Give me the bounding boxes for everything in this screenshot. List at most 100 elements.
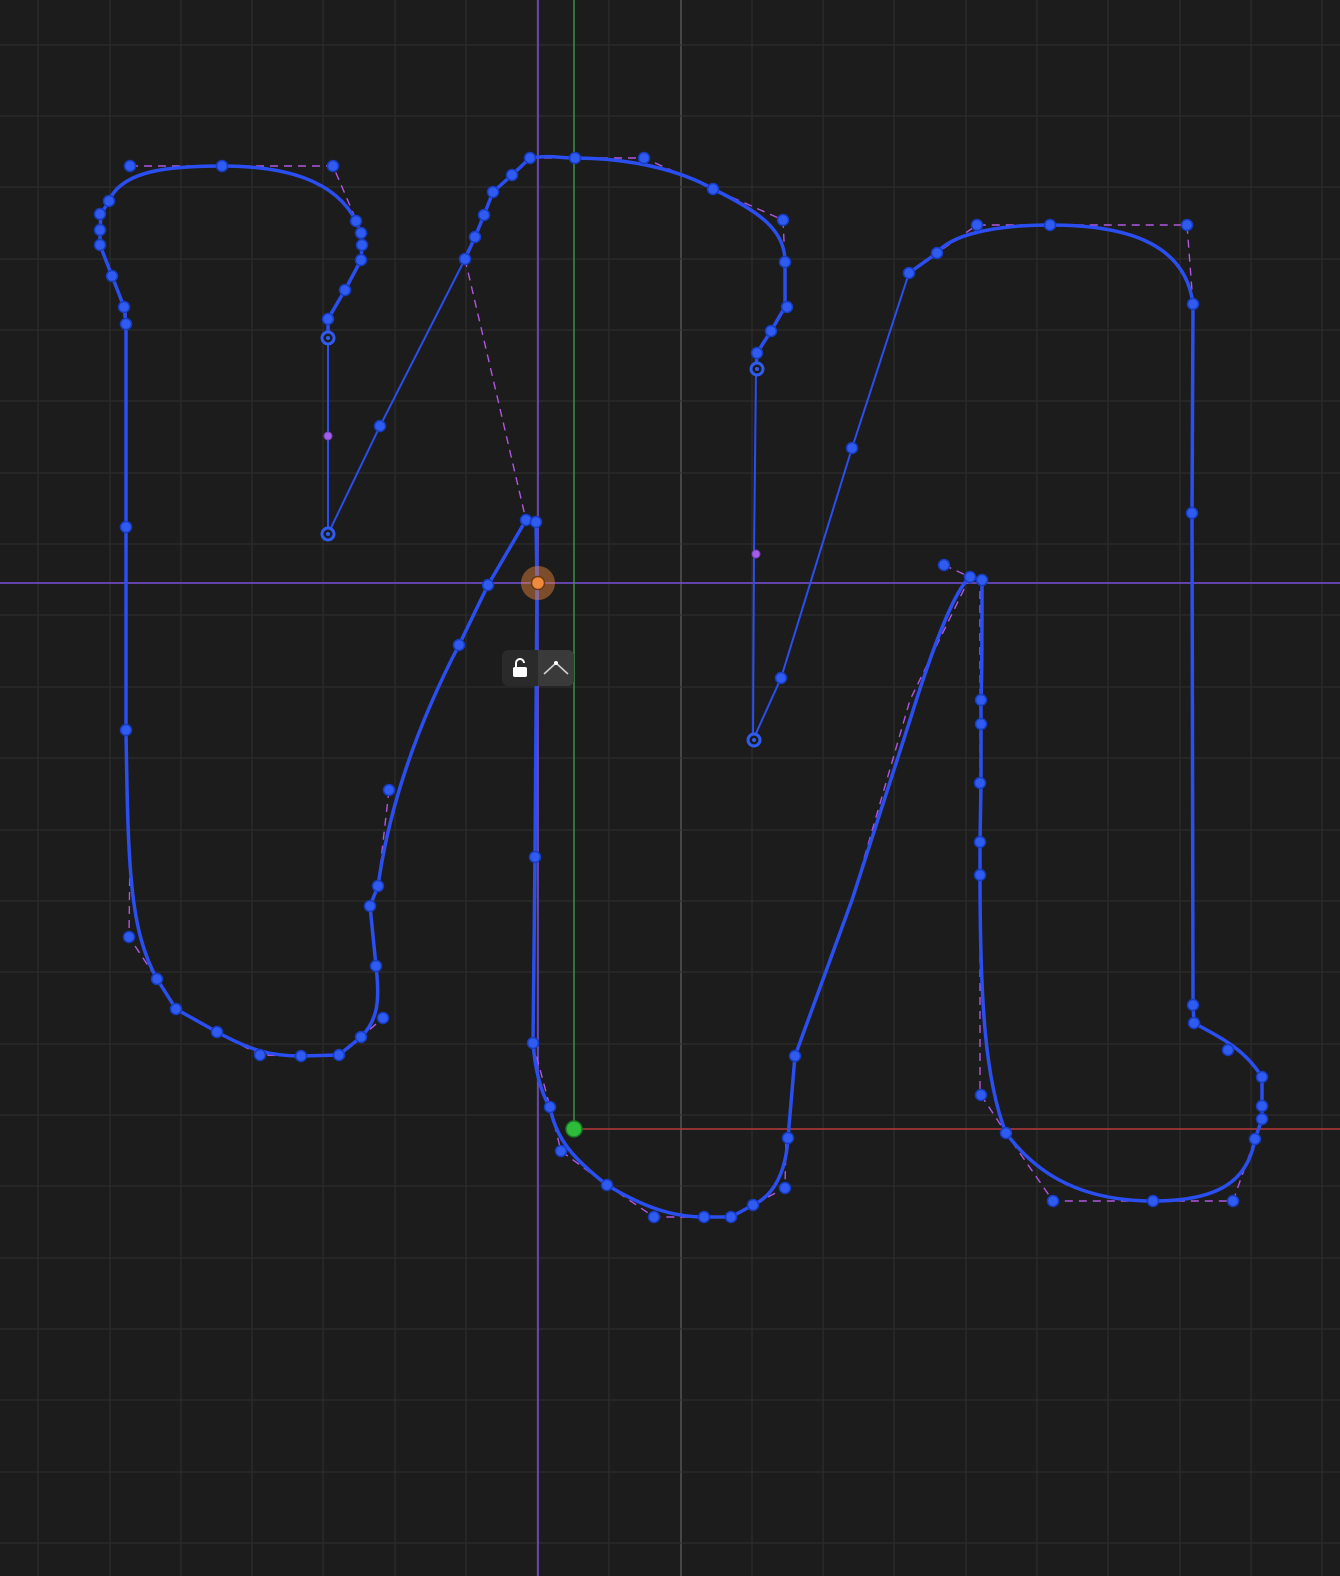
path-point[interactable] bbox=[117, 300, 131, 314]
path-point[interactable] bbox=[568, 151, 582, 165]
path-point[interactable] bbox=[637, 151, 651, 165]
path-point[interactable] bbox=[505, 168, 519, 182]
path-point[interactable] bbox=[1255, 1112, 1269, 1126]
segment-midpoint[interactable] bbox=[751, 549, 761, 559]
path-point[interactable] bbox=[382, 783, 396, 797]
path-point[interactable] bbox=[937, 558, 951, 572]
path-point[interactable] bbox=[697, 1210, 711, 1224]
path-point[interactable] bbox=[452, 638, 466, 652]
path-point[interactable] bbox=[294, 1049, 308, 1063]
path-point[interactable] bbox=[349, 214, 363, 228]
path-point[interactable] bbox=[600, 1178, 614, 1192]
path-point[interactable] bbox=[105, 269, 119, 283]
path-point[interactable] bbox=[486, 185, 500, 199]
path-point[interactable] bbox=[778, 1181, 792, 1195]
path-point[interactable] bbox=[373, 419, 387, 433]
path-point[interactable] bbox=[902, 266, 916, 280]
path-point[interactable] bbox=[119, 520, 133, 534]
path-point[interactable] bbox=[119, 723, 133, 737]
segment-midpoint[interactable] bbox=[323, 431, 333, 441]
path-point[interactable] bbox=[253, 1048, 267, 1062]
path-point[interactable] bbox=[554, 1144, 568, 1158]
path-point[interactable] bbox=[780, 300, 794, 314]
path-point[interactable] bbox=[332, 1048, 346, 1062]
path-point[interactable] bbox=[526, 1036, 540, 1050]
path-point[interactable] bbox=[1248, 1132, 1262, 1146]
path-point[interactable] bbox=[974, 717, 988, 731]
path-point[interactable] bbox=[845, 441, 859, 455]
path-point[interactable] bbox=[1255, 1099, 1269, 1113]
path-point[interactable] bbox=[647, 1210, 661, 1224]
path-point[interactable] bbox=[93, 238, 107, 252]
path-point[interactable] bbox=[776, 213, 790, 227]
path-point[interactable] bbox=[973, 868, 987, 882]
path-point[interactable] bbox=[376, 1011, 390, 1025]
path-point[interactable] bbox=[746, 1198, 760, 1212]
path-point[interactable] bbox=[975, 573, 989, 587]
path-point[interactable] bbox=[1180, 218, 1194, 232]
path-point[interactable] bbox=[706, 182, 720, 196]
path-point[interactable] bbox=[973, 776, 987, 790]
path-point[interactable] bbox=[326, 159, 340, 173]
path-point[interactable] bbox=[930, 246, 944, 260]
path-point[interactable] bbox=[355, 238, 369, 252]
path-point[interactable] bbox=[529, 515, 543, 529]
path-point[interactable] bbox=[371, 879, 385, 893]
path-point[interactable] bbox=[119, 317, 133, 331]
path-point[interactable] bbox=[519, 513, 533, 527]
path-point[interactable] bbox=[93, 207, 107, 221]
path-point[interactable] bbox=[1185, 506, 1199, 520]
selected-point[interactable] bbox=[530, 575, 546, 591]
path-point[interactable] bbox=[102, 194, 116, 208]
path-point[interactable] bbox=[1186, 998, 1200, 1012]
glyph-editor-canvas[interactable] bbox=[0, 0, 1340, 1576]
path-point[interactable] bbox=[210, 1025, 224, 1039]
path-point[interactable] bbox=[363, 899, 377, 913]
path-point[interactable] bbox=[724, 1210, 738, 1224]
path-point[interactable] bbox=[788, 1049, 802, 1063]
path-point[interactable] bbox=[1043, 218, 1057, 232]
path-point[interactable] bbox=[468, 230, 482, 244]
contour-start-point-center bbox=[755, 367, 759, 371]
origin-point[interactable] bbox=[565, 1120, 583, 1138]
path-point[interactable] bbox=[523, 151, 537, 165]
path-point[interactable] bbox=[338, 283, 352, 297]
path-point[interactable] bbox=[93, 223, 107, 237]
path-point[interactable] bbox=[999, 1126, 1013, 1140]
path-point[interactable] bbox=[1146, 1194, 1160, 1208]
path-point[interactable] bbox=[528, 850, 542, 864]
path-point[interactable] bbox=[973, 835, 987, 849]
path-point[interactable] bbox=[774, 671, 788, 685]
path-point[interactable] bbox=[1186, 297, 1200, 311]
path-point[interactable] bbox=[963, 570, 977, 584]
path-point[interactable] bbox=[458, 252, 472, 266]
unlock-button[interactable] bbox=[502, 650, 538, 686]
path-point[interactable] bbox=[781, 1131, 795, 1145]
path-point[interactable] bbox=[215, 159, 229, 173]
path-point[interactable] bbox=[1255, 1070, 1269, 1084]
path-point[interactable] bbox=[1226, 1194, 1240, 1208]
path-point[interactable] bbox=[750, 346, 764, 360]
path-point[interactable] bbox=[1221, 1043, 1235, 1057]
path-point[interactable] bbox=[122, 930, 136, 944]
path-point[interactable] bbox=[1046, 1194, 1060, 1208]
path-point[interactable] bbox=[974, 693, 988, 707]
path-point[interactable] bbox=[321, 312, 335, 326]
path-point[interactable] bbox=[369, 959, 383, 973]
path-point[interactable] bbox=[354, 1030, 368, 1044]
path-point[interactable] bbox=[354, 253, 368, 267]
path-point[interactable] bbox=[481, 578, 495, 592]
corner-point-button[interactable] bbox=[538, 650, 574, 686]
path-point[interactable] bbox=[970, 218, 984, 232]
path-point[interactable] bbox=[1187, 1016, 1201, 1030]
path-point[interactable] bbox=[354, 226, 368, 240]
path-point[interactable] bbox=[477, 208, 491, 222]
path-point[interactable] bbox=[169, 1002, 183, 1016]
path-point[interactable] bbox=[543, 1100, 557, 1114]
path-point[interactable] bbox=[778, 255, 792, 269]
path-point[interactable] bbox=[150, 972, 164, 986]
point-toolbar bbox=[502, 650, 574, 686]
path-point[interactable] bbox=[123, 159, 137, 173]
path-point[interactable] bbox=[764, 324, 778, 338]
path-point[interactable] bbox=[974, 1088, 988, 1102]
